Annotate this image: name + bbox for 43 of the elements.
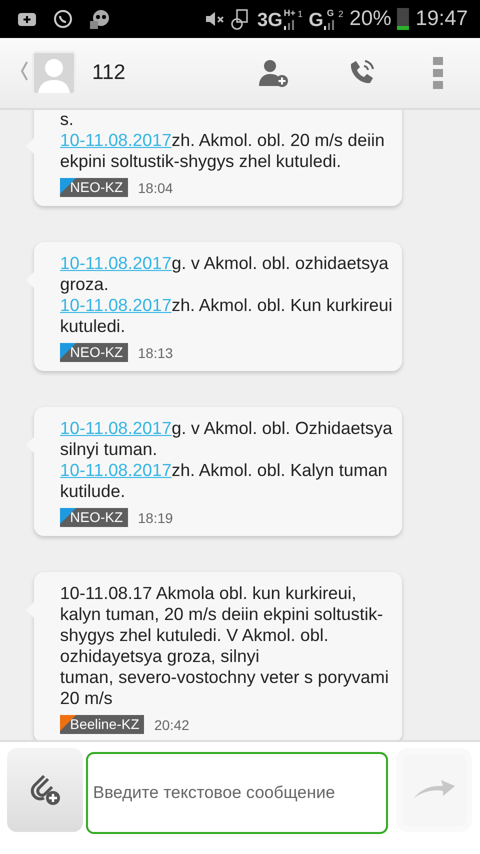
back-icon[interactable]: [20, 60, 28, 82]
send-button[interactable]: [396, 748, 472, 832]
menu-icon[interactable]: [432, 56, 444, 90]
network-type: 3G: [257, 10, 283, 30]
notification-icon: [16, 10, 38, 28]
chat-bubble-icon: [52, 8, 74, 30]
contact-name: 112: [92, 61, 126, 85]
character-icon: [88, 7, 112, 31]
message-text: 10-11.08.2017zh. Akmol. obl. Kun kurkireui kutuledi.: [60, 295, 394, 337]
avatar[interactable]: [32, 51, 76, 95]
message-time: 18:04: [138, 180, 173, 196]
message-time: 18:19: [138, 510, 173, 526]
sender-tag: Beeline-KZ: [60, 715, 144, 734]
date-link[interactable]: 10-11.08.2017: [60, 130, 172, 150]
message-text: s.: [60, 110, 75, 130]
network-type: G: [308, 10, 324, 30]
signal-icon: [282, 18, 297, 30]
network-subtype: H+: [284, 8, 296, 18]
message-text: 10-11.08.2017g. v Akmol. obl. ozhidaetsya groza.: [60, 253, 390, 295]
message-input[interactable]: Введите текстовое сообщение: [86, 752, 388, 834]
message-time: 20:42: [154, 716, 190, 732]
network-subtype: G: [326, 8, 334, 18]
date-link[interactable]: 10-11.08.2017: [60, 295, 172, 315]
add-contact-icon[interactable]: [256, 58, 290, 88]
sim-number: 1: [298, 8, 303, 18]
battery-icon: [397, 8, 410, 30]
date-link[interactable]: 10-11.08.2017: [60, 460, 172, 480]
mute-icon: [203, 9, 226, 29]
sender-tag: NEO-KZ: [60, 178, 128, 197]
message-text: tuman, severo-vostochny veter s poryvami 20 m/s: [60, 667, 390, 709]
message-time: 18:13: [138, 344, 173, 360]
sender-tag: NEO-KZ: [60, 343, 128, 362]
message-text: 10-11.08.2017zh. Akmol. obl. 20 m/s deiin ekpini soltustik-shygys zhel kutuledi.: [60, 130, 386, 172]
battery-percent: 20%: [349, 7, 392, 31]
attach-button[interactable]: [7, 748, 83, 832]
sender-tag: NEO-KZ: [60, 508, 128, 527]
message-text: 10-11.08.2017g. v Akmol. obl. Ozhidaetsya silnyi tuman.: [60, 418, 394, 460]
clock: 19:47: [415, 7, 468, 31]
date-link[interactable]: 10-11.08.2017: [60, 253, 172, 273]
sim-number: 2: [338, 8, 344, 18]
paperclip-add-icon[interactable]: [28, 773, 62, 807]
date-link[interactable]: 10-11.08.2017: [60, 418, 172, 438]
message-text: 10-11.08.2017zh. Akmol. obl. Kalyn tuman kutilude.: [60, 460, 389, 502]
